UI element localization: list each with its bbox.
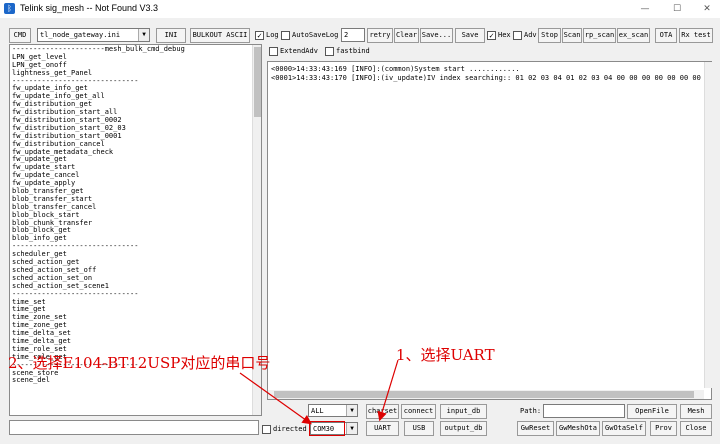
annotation-arrows [239,359,399,425]
arrow-to-com-port [239,372,312,425]
arrow-to-uart [377,359,399,422]
